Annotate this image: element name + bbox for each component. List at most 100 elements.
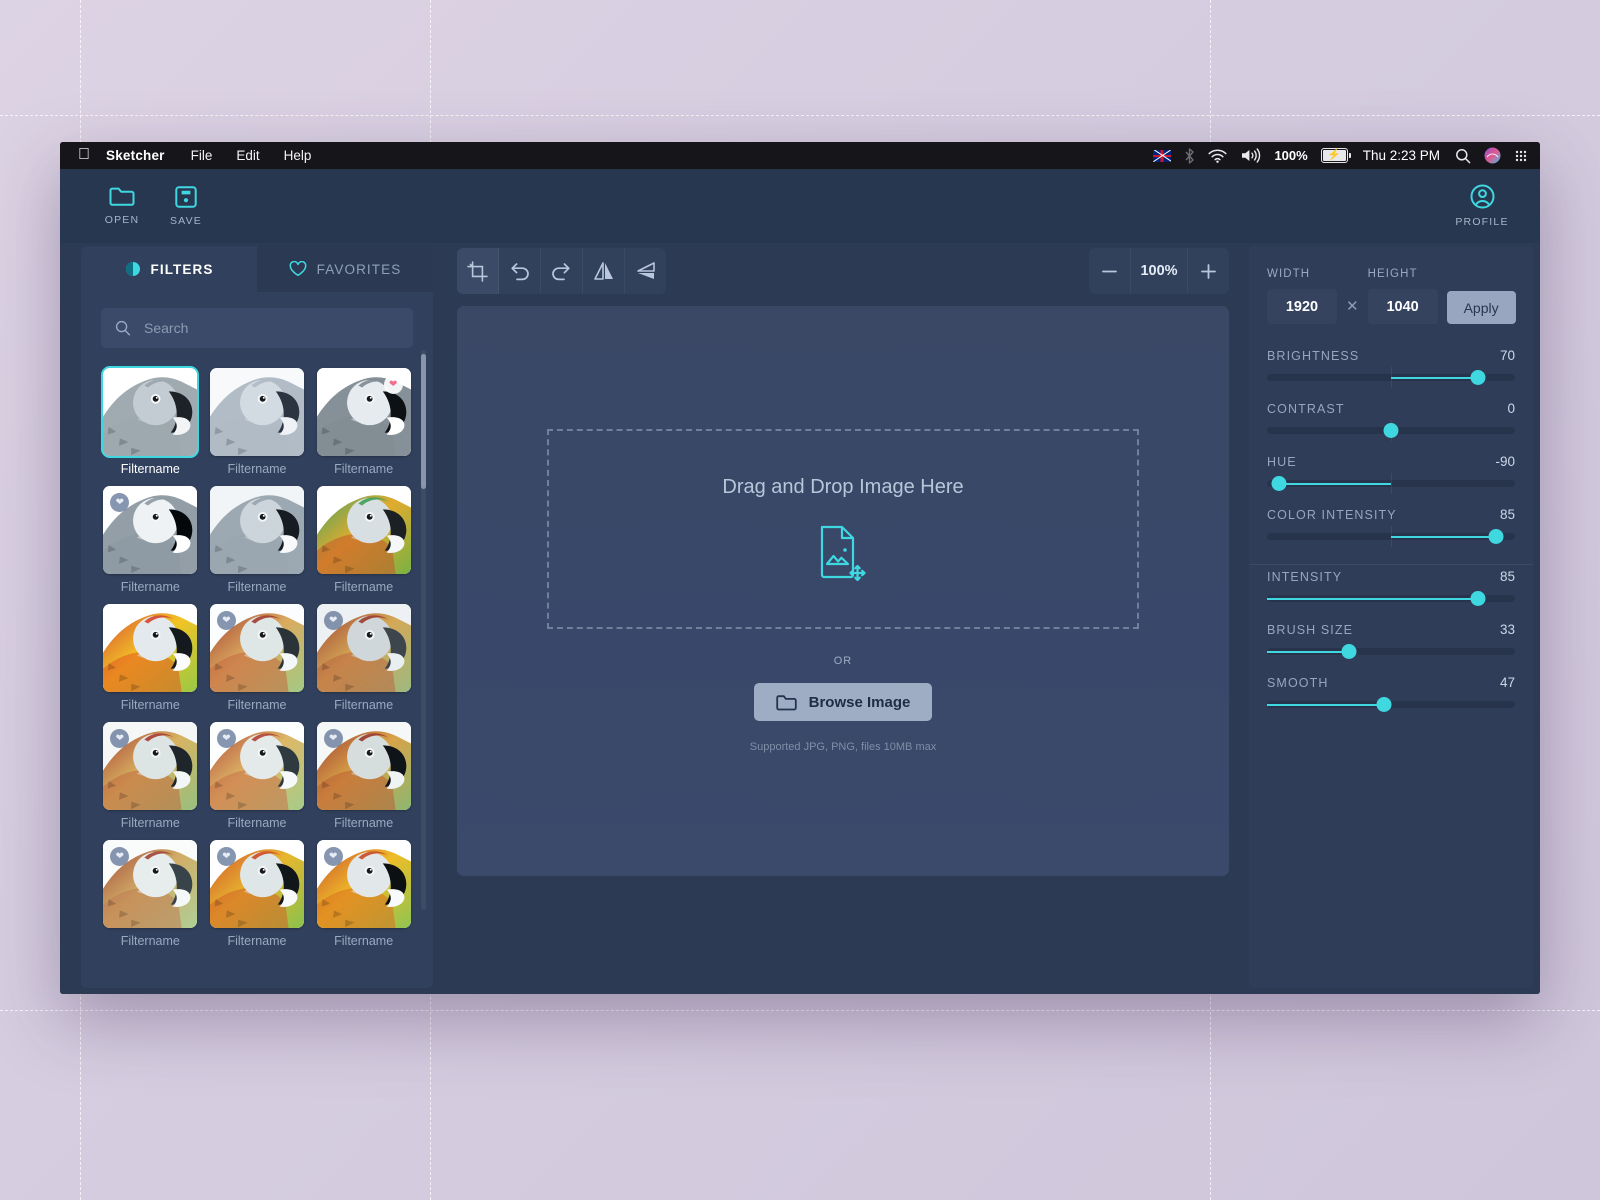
wifi-icon[interactable] [1208,149,1228,163]
favorite-heart-icon[interactable]: ❤ [216,611,236,630]
slider-track[interactable] [1267,526,1515,547]
favorite-heart-icon[interactable]: ❤ [383,375,403,394]
filter-item[interactable]: ❤ Filtername [101,840,200,948]
open-button[interactable]: OPEN [90,186,154,226]
slider-hue[interactable]: HUE -90 [1267,454,1515,494]
save-button[interactable]: SAVE [154,185,218,227]
flip-horizontal-button[interactable] [583,248,625,294]
spotlight-search-icon[interactable] [1455,148,1471,164]
search-input[interactable] [142,319,399,337]
height-input[interactable] [1367,289,1438,324]
filter-thumbnail[interactable] [209,368,304,456]
filter-thumbnail[interactable]: ❤ [103,722,198,810]
filter-thumbnail[interactable]: ❤ [209,722,304,810]
battery-charging-icon[interactable]: ⚡ [1320,148,1351,163]
slider-color-intensity[interactable]: COLOR INTENSITY 85 [1267,507,1515,547]
filter-thumbnail[interactable] [103,604,198,692]
filters-scrollbar-thumb[interactable] [421,354,426,489]
filter-thumbnail[interactable]: ❤ [103,486,198,574]
slider-knob[interactable] [1470,370,1486,385]
favorite-heart-icon[interactable]: ❤ [216,729,236,748]
parrot-thumbnail-art [103,368,198,456]
slider-brush-size[interactable]: BRUSH SIZE 33 [1267,622,1515,659]
filter-item[interactable]: Filtername [101,604,200,712]
slider-knob[interactable] [1376,697,1392,712]
zoom-in-button[interactable] [1188,248,1229,294]
menu-app-name[interactable]: Sketcher [106,148,165,163]
width-input[interactable] [1267,289,1337,324]
zoom-out-button[interactable] [1089,248,1130,294]
favorite-heart-icon[interactable]: ❤ [216,847,236,866]
tab-filters[interactable]: FILTERS [81,246,257,292]
menu-item-file[interactable]: File [191,148,213,163]
slider-track[interactable] [1267,697,1515,712]
menu-item-edit[interactable]: Edit [236,148,259,163]
slider-knob[interactable] [1271,476,1287,491]
control-center-icon[interactable] [1514,149,1528,163]
filter-thumbnail[interactable]: ❤ [316,604,411,692]
drop-zone[interactable]: Drag and Drop Image Here [547,429,1139,629]
adjustments-panel-filler [1249,730,1533,988]
filter-thumbnail[interactable] [316,486,411,574]
filter-item[interactable]: Filtername [208,368,307,476]
tab-favorites[interactable]: FAVORITES [257,246,433,292]
slider-contrast[interactable]: CONTRAST 0 [1267,401,1515,441]
filter-thumbnail[interactable]: ❤ [209,604,304,692]
menu-item-help[interactable]: Help [284,148,312,163]
apply-button[interactable]: Apply [1446,291,1516,324]
slider-track[interactable] [1267,473,1515,494]
volume-icon[interactable] [1240,148,1261,163]
zoom-value[interactable]: 100% [1130,248,1188,294]
slider-knob[interactable] [1341,644,1357,659]
filter-item[interactable]: ❤ Filtername [208,840,307,948]
supported-formats-note: Supported JPG, PNG, files 10MB max [749,741,937,753]
profile-button[interactable]: PROFILE [1450,184,1514,228]
slider-track[interactable] [1267,591,1515,606]
bluetooth-icon[interactable] [1184,147,1195,164]
filter-thumbnail[interactable] [209,486,304,574]
siri-icon[interactable] [1484,147,1501,164]
apple-icon[interactable]:  [78,146,90,163]
slider-intensity[interactable]: INTENSITY 85 [1267,569,1515,606]
filter-item[interactable]: ❤ Filtername [101,486,200,594]
filter-item[interactable]: ❤ Filtername [208,722,307,830]
slider-track[interactable] [1267,644,1515,659]
filter-thumbnail[interactable]: ❤ [316,722,411,810]
slider-knob[interactable] [1383,423,1399,438]
filter-thumbnail[interactable]: ❤ [316,840,411,928]
slider-brightness[interactable]: BRIGHTNESS 70 [1267,348,1515,388]
favorite-heart-icon[interactable]: ❤ [323,847,343,866]
filter-thumbnail[interactable]: ❤ [103,840,198,928]
search-box[interactable] [101,308,413,348]
slider-track[interactable] [1267,420,1515,441]
undo-button[interactable] [499,248,541,294]
flip-vertical-button[interactable] [625,248,666,294]
filter-item[interactable]: ❤ Filtername [314,368,413,476]
filter-thumbnail[interactable] [101,366,200,458]
filter-item[interactable]: Filtername [101,366,200,476]
filter-item[interactable]: ❤ Filtername [314,604,413,712]
filter-thumbnail[interactable]: ❤ [209,840,304,928]
browse-image-button[interactable]: Browse Image [753,683,933,721]
slider-knob[interactable] [1470,591,1486,606]
favorite-heart-icon[interactable]: ❤ [323,729,343,748]
filter-item[interactable]: ❤ Filtername [314,722,413,830]
filter-item[interactable]: ❤ Filtername [208,604,307,712]
crop-button[interactable] [457,248,499,294]
battery-percent-label: 100% [1274,148,1308,163]
filter-item[interactable]: ❤ Filtername [101,722,200,830]
redo-button[interactable] [541,248,583,294]
slider-smooth[interactable]: SMOOTH 47 [1267,675,1515,712]
menubar-clock[interactable]: Thu 2:23 PM [1363,148,1440,163]
filter-item[interactable]: Filtername [314,486,413,594]
filter-item[interactable]: Filtername [208,486,307,594]
uk-flag-icon[interactable] [1153,149,1172,162]
filters-scrollbar[interactable] [421,350,426,910]
filter-thumbnail[interactable]: ❤ [316,368,411,456]
image-canvas[interactable]: Drag and Drop Image Here OR Browse Image… [457,306,1229,876]
slider-knob[interactable] [1488,529,1504,544]
brush-adjustments-group: INTENSITY 85 BRUSH SIZE 33 SMOOTH 47 [1249,565,1533,730]
filter-item[interactable]: ❤ Filtername [314,840,413,948]
slider-track[interactable] [1267,367,1515,388]
favorite-heart-icon[interactable]: ❤ [323,611,343,630]
